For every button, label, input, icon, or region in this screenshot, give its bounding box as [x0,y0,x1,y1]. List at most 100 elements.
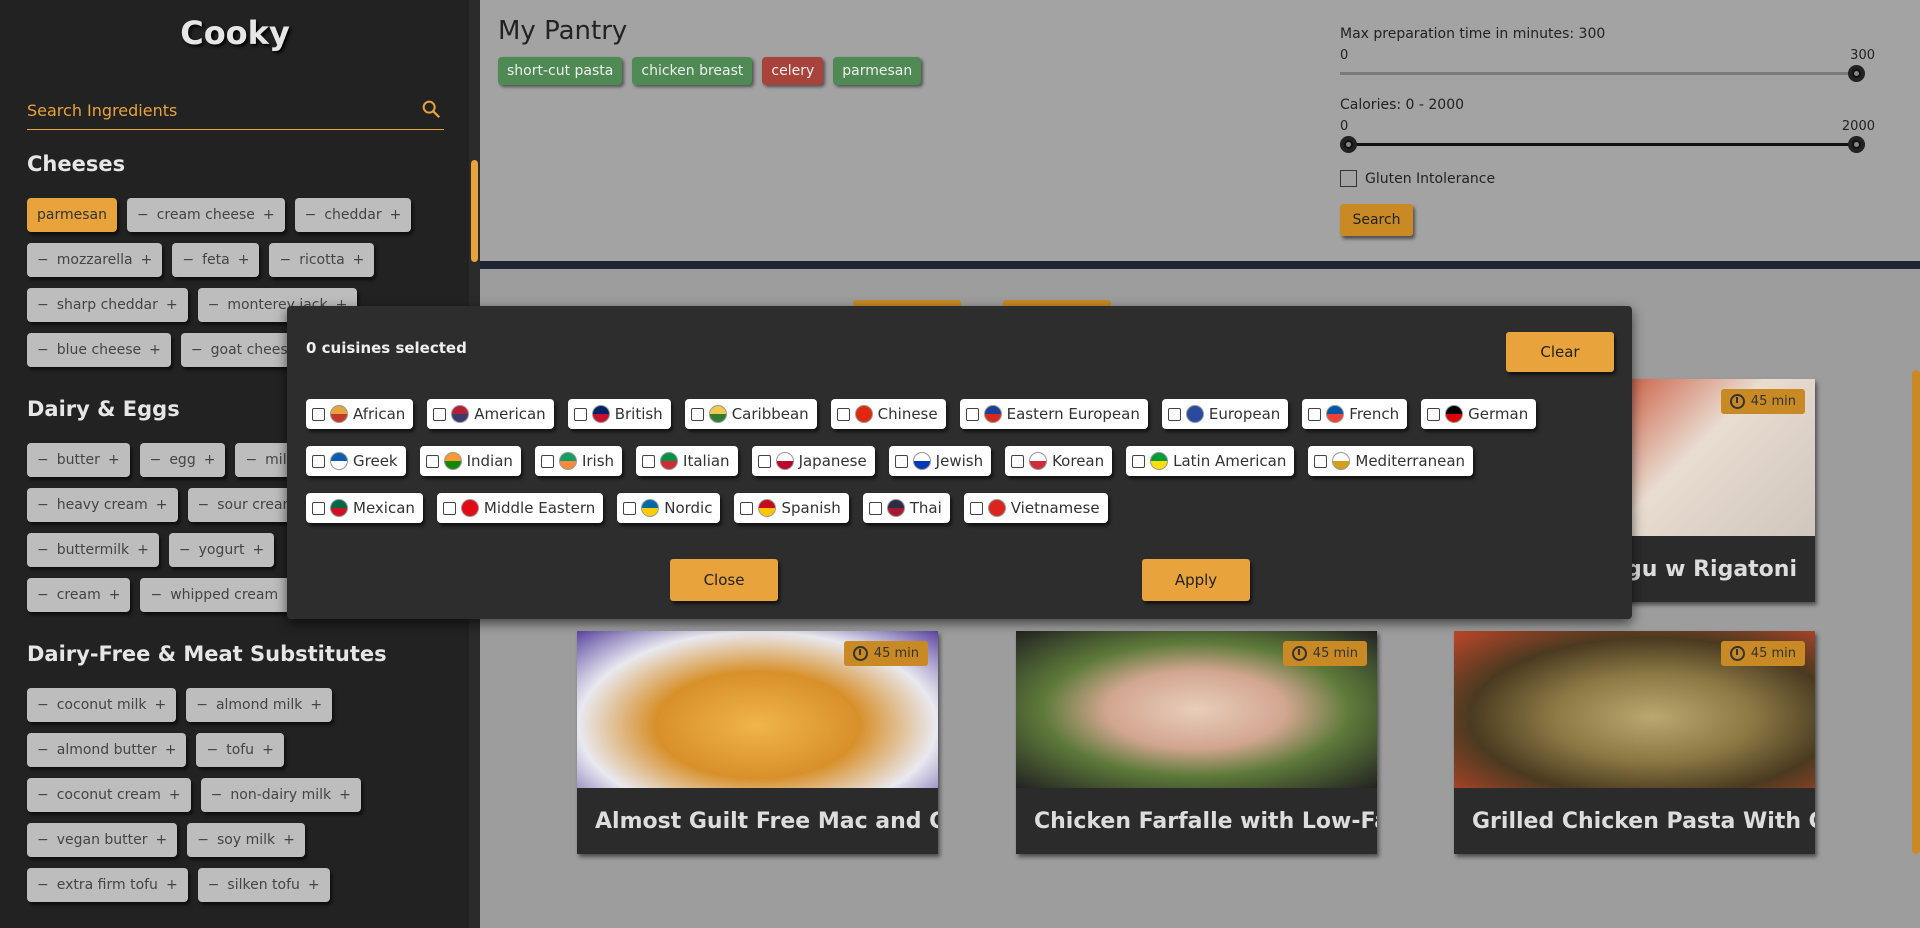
search-icon[interactable] [420,98,442,120]
calories-max-knob[interactable] [1848,136,1865,153]
minus-icon[interactable]: − [37,542,49,558]
ingredient-chip[interactable]: − yogurt + [168,533,275,567]
cuisine-option[interactable]: Eastern European [959,399,1148,429]
minus-icon[interactable]: − [150,452,162,468]
minus-icon[interactable]: − [208,877,220,893]
close-button[interactable]: Close [670,559,778,601]
plus-icon[interactable]: + [262,742,274,758]
ingredient-chip[interactable]: − almond milk + [186,688,333,722]
plus-icon[interactable]: + [165,742,177,758]
cuisine-checkbox[interactable] [757,454,771,468]
minus-icon[interactable]: − [37,697,49,713]
cuisine-checkbox[interactable] [312,454,325,468]
cuisine-checkbox[interactable] [312,407,325,421]
cuisine-checkbox[interactable] [1167,407,1181,421]
plus-icon[interactable]: + [353,252,365,268]
ingredient-chip[interactable]: − heavy cream + [27,488,178,522]
plus-icon[interactable]: + [204,452,216,468]
minus-icon[interactable]: − [191,342,203,358]
cuisine-checkbox[interactable] [740,501,754,515]
pantry-tag[interactable]: short-cut pasta [498,57,623,85]
cuisine-option[interactable]: Mediterranean [1308,446,1474,476]
minus-icon[interactable]: − [37,252,49,268]
plus-icon[interactable]: + [310,697,322,713]
plus-icon[interactable]: + [169,787,181,803]
cuisine-checkbox[interactable] [623,501,637,515]
plus-icon[interactable]: + [137,542,149,558]
ingredient-search-input[interactable] [27,92,407,128]
ingredient-chip[interactable]: − butter + [27,443,130,477]
minus-icon[interactable]: − [305,207,317,223]
cuisine-option[interactable]: Caribbean [684,399,817,429]
minus-icon[interactable]: − [37,787,49,803]
cuisine-option[interactable]: Spanish [734,493,849,523]
cuisine-option[interactable]: Irish [534,446,623,476]
cuisine-option[interactable]: Thai [862,493,950,523]
ingredient-chip[interactable]: − extra firm tofu + [27,868,188,902]
cuisine-checkbox[interactable] [425,454,439,468]
prep-time-slider[interactable] [1340,65,1865,82]
ingredient-chip[interactable]: − feta + [172,243,260,277]
recipe-card[interactable]: 45 min Almost Guilt Free Mac and Che... [577,631,938,854]
ingredient-chip[interactable]: parmesan [27,198,117,232]
results-scrollbar[interactable] [1912,370,1920,854]
plus-icon[interactable]: + [238,252,250,268]
plus-icon[interactable]: + [166,297,178,313]
minus-icon[interactable]: − [37,877,49,893]
ingredient-chip[interactable]: − almond butter + [27,733,187,767]
plus-icon[interactable]: + [390,207,402,223]
plus-icon[interactable]: + [308,877,320,893]
cuisine-checkbox[interactable] [433,407,447,421]
cuisine-option[interactable]: German [1421,399,1537,429]
gluten-checkbox[interactable] [1340,170,1357,187]
cuisine-option[interactable]: Korean [1005,446,1113,476]
cuisine-option[interactable]: Mexican [306,493,423,523]
cuisine-option[interactable]: Greek [306,446,406,476]
cuisine-checkbox[interactable] [969,501,983,515]
clear-button[interactable]: Clear [1506,332,1614,372]
pantry-tag[interactable]: celery [762,57,824,85]
cuisine-option[interactable]: American [427,399,554,429]
plus-icon[interactable]: + [252,542,264,558]
ingredient-chip[interactable]: −whipped cream+ [140,578,308,612]
cuisine-option[interactable]: French [1302,399,1408,429]
cuisine-option[interactable]: Japanese [751,446,875,476]
cuisine-option[interactable]: Chinese [830,399,946,429]
plus-icon[interactable]: + [263,207,275,223]
cuisine-option[interactable]: African [306,399,414,429]
plus-icon[interactable]: + [156,497,168,513]
minus-icon[interactable]: − [150,587,162,603]
apply-button[interactable]: Apply [1142,559,1250,601]
ingredient-chip[interactable]: − coconut cream + [27,778,191,812]
cuisine-option[interactable]: Italian [636,446,738,476]
gluten-toggle[interactable]: Gluten Intolerance [1340,170,1900,187]
cuisine-checkbox[interactable] [1308,407,1322,421]
minus-icon[interactable]: − [37,742,49,758]
ingredient-chip[interactable]: − soy milk + [187,823,305,857]
plus-icon[interactable]: + [149,342,161,358]
plus-icon[interactable]: + [156,832,168,848]
minus-icon[interactable]: − [37,297,49,313]
ingredient-chip[interactable]: − silken tofu + [197,868,330,902]
minus-icon[interactable]: − [37,452,49,468]
cuisine-option[interactable]: Nordic [617,493,721,523]
cuisine-option[interactable]: Latin American [1126,446,1295,476]
cuisine-checkbox[interactable] [690,407,704,421]
plus-icon[interactable]: + [141,252,153,268]
cuisine-option[interactable]: Middle Eastern [436,493,604,523]
minus-icon[interactable]: − [182,252,194,268]
cuisine-checkbox[interactable] [312,501,325,515]
minus-icon[interactable]: − [206,742,218,758]
ingredient-chip[interactable]: − ricotta + [269,243,375,277]
plus-icon[interactable]: + [166,877,178,893]
cuisine-checkbox[interactable] [442,501,456,515]
cuisine-checkbox[interactable] [1314,454,1328,468]
ingredient-chip[interactable]: − non-dairy milk + [200,778,361,812]
ingredient-chip[interactable]: − cheddar + [294,198,412,232]
calories-slider[interactable] [1340,136,1865,153]
cuisine-checkbox[interactable] [642,454,656,468]
pantry-tag[interactable]: chicken breast [632,57,753,85]
plus-icon[interactable]: + [283,832,295,848]
recipe-card[interactable]: 45 min Chicken Farfalle with Low-Fat A..… [1016,631,1377,854]
cuisine-option[interactable]: Vietnamese [963,493,1108,523]
